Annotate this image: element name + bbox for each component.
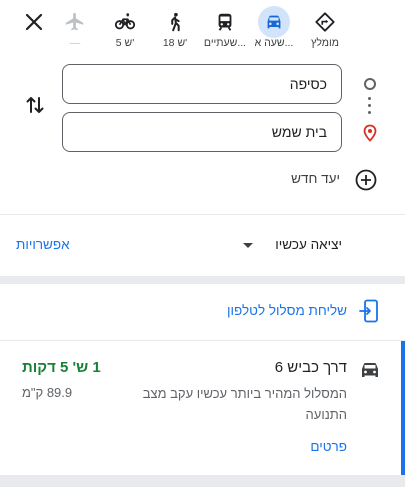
section-separator — [0, 276, 405, 284]
send-to-phone-row[interactable]: שליחת מסלול לטלפון — [0, 293, 405, 333]
mode-flight-label: — — [69, 37, 81, 49]
route-duration: 1 ש' 5 דקות — [22, 359, 101, 376]
mode-flight-button[interactable]: — — [53, 6, 97, 54]
selected-route-indicator — [401, 341, 405, 475]
add-destination-button[interactable]: יעד חדש — [280, 168, 392, 192]
route-dot-icon — [368, 97, 371, 100]
route-details-link[interactable]: פרטים — [310, 439, 347, 454]
travel-mode-bar: מומלץ שעה א... שעתיים... 18 ש' 5 ש' — — [0, 0, 405, 58]
mode-transit-button[interactable]: שעתיים... — [203, 6, 247, 54]
origin-circle-icon — [364, 78, 376, 90]
route-dot-icon — [368, 104, 371, 107]
directions-diamond-icon — [309, 6, 341, 38]
close-icon — [25, 13, 43, 36]
airplane-icon — [59, 6, 91, 38]
departure-row: אפשרויות יציאה עכשיו — [0, 226, 405, 266]
route-card[interactable]: דרך כביש 6 המסלול המהיר ביותר עכשיו עקב … — [0, 341, 405, 475]
mode-bike-button[interactable]: 5 ש' — [103, 6, 147, 54]
swap-icon — [24, 94, 46, 121]
departure-time-select[interactable]: יציאה עכשיו — [275, 237, 342, 252]
mode-walk-label: 18 ש' — [162, 37, 188, 49]
origin-input[interactable]: כסיפה — [62, 64, 342, 104]
route-dot-icon — [368, 111, 371, 114]
dropdown-caret-icon — [243, 243, 253, 248]
mode-transit-label: שעתיים... — [203, 37, 247, 49]
mode-best-label: מומלץ — [311, 37, 339, 49]
car-icon — [358, 358, 382, 382]
add-destination-label: יעד חדש — [291, 171, 340, 186]
mode-drive-label: שעה א... — [254, 37, 294, 49]
mode-best-button[interactable]: מומלץ — [303, 6, 347, 54]
destination-pin-icon — [362, 124, 378, 142]
send-to-phone-link[interactable]: שליחת מסלול לטלפון — [227, 303, 347, 318]
add-circle-icon — [354, 168, 378, 192]
route-name: דרך כביש 6 — [274, 359, 347, 376]
swap-origin-destination-button[interactable] — [22, 94, 48, 120]
mode-bike-label: 5 ש' — [115, 37, 135, 49]
walking-icon — [159, 6, 191, 38]
close-button[interactable] — [22, 12, 46, 36]
mode-drive-button[interactable]: שעה א... — [252, 6, 296, 54]
route-distance: 89.9 ק"מ — [22, 385, 73, 400]
mode-walk-button[interactable]: 18 ש' — [153, 6, 197, 54]
destination-input[interactable]: בית שמש — [62, 112, 342, 152]
bicycle-icon — [109, 6, 141, 38]
send-to-phone-icon — [358, 299, 382, 323]
section-separator — [0, 475, 405, 487]
train-icon — [209, 6, 241, 38]
divider — [0, 214, 405, 215]
options-link[interactable]: אפשרויות — [16, 237, 70, 252]
route-description: המסלול המהיר ביותר עכשיו עקב מצב התנועה — [142, 386, 347, 422]
car-icon — [258, 6, 290, 38]
